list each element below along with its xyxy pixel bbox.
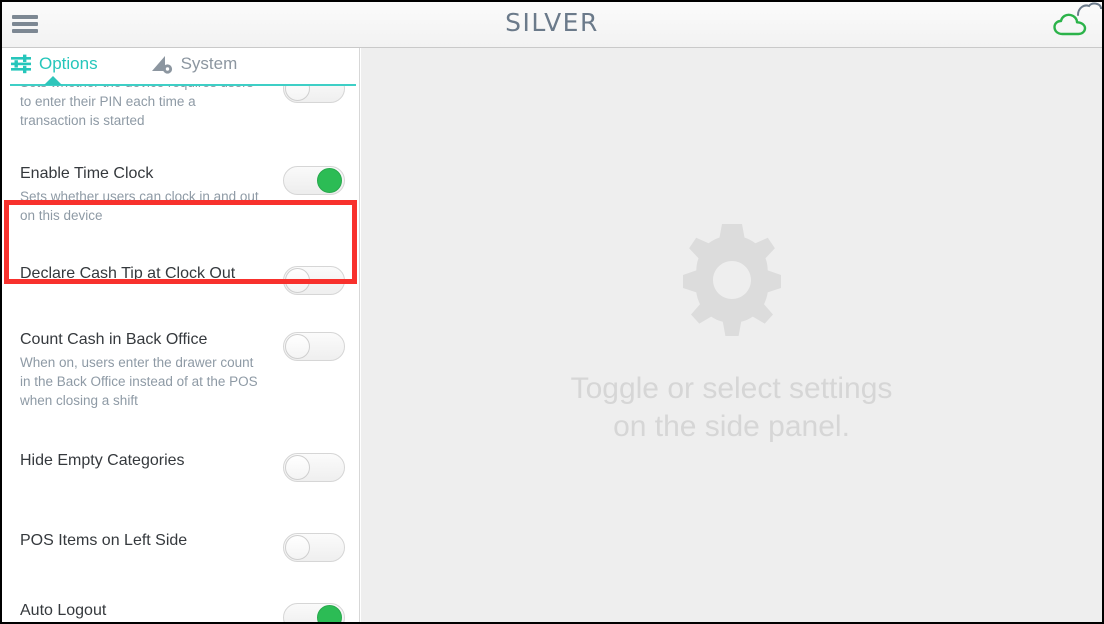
setting-row[interactable]: POS Items on Left Side (2, 506, 359, 586)
setting-title: Auto Logout (20, 602, 107, 619)
tab-system[interactable]: System (150, 54, 238, 74)
setting-text: Declare Cash Tip at Clock Out (20, 263, 283, 287)
setting-toggle[interactable] (283, 86, 345, 103)
tab-options-label: Options (39, 54, 98, 73)
setting-description: Sets whether the device requires users t… (20, 86, 253, 128)
setting-row[interactable]: Enable Time Clock Sets whether users can… (2, 143, 359, 241)
brand-logo: SILVER (2, 2, 1102, 37)
toggle-knob (285, 455, 310, 480)
setting-text: Hide Empty Categories (20, 450, 283, 474)
setting-toggle[interactable] (283, 266, 345, 295)
empty-state-line1: Toggle or select settings (570, 372, 893, 405)
signal-gear-icon (151, 56, 172, 74)
setting-description: When on, users enter the drawer count in… (20, 355, 258, 408)
setting-toggle[interactable] (283, 166, 345, 195)
setting-row[interactable]: Count Cash in Back Office When on, users… (2, 317, 359, 426)
tab-system-label: System (180, 54, 238, 73)
app-header: SILVER (2, 2, 1102, 48)
toggle-knob (285, 535, 310, 560)
hamburger-menu-icon[interactable] (12, 13, 38, 35)
setting-toggle[interactable] (283, 453, 345, 482)
toggle-knob (317, 605, 342, 622)
gear-icon (682, 224, 781, 336)
settings-sidebar: Options System Sets whether the (2, 48, 360, 622)
setting-title: Enable Time Clock (20, 165, 154, 182)
cloud-icon[interactable] (1052, 12, 1090, 38)
setting-row[interactable]: Hide Empty Categories (2, 426, 359, 506)
app-window: SILVER Options System to enter their PIN… (0, 0, 1104, 624)
setting-text: Enable Time Clock Sets whether users can… (20, 163, 283, 225)
empty-state-line2: on the side panel. (613, 410, 850, 443)
setting-toggle[interactable] (283, 533, 345, 562)
setting-text: POS Items on Left Side (20, 530, 283, 554)
hamburger-bar (12, 22, 38, 26)
setting-text: Auto Logout Sets whether a user will be … (20, 600, 283, 622)
setting-title: POS Items on Left Side (20, 532, 188, 549)
brand-wordmark: SILVER (505, 8, 599, 37)
sidebar-tabbar: Options System (2, 48, 359, 86)
empty-state-text: Toggle or select settings on the side pa… (571, 370, 893, 446)
hamburger-bar (12, 15, 38, 19)
settings-list[interactable]: Sets whether the device requires users t… (2, 86, 359, 622)
toggle-knob (317, 168, 342, 193)
toggle-knob (285, 86, 310, 101)
setting-title: Hide Empty Categories (20, 452, 185, 469)
setting-description: Sets whether users can clock in and out … (20, 189, 259, 223)
setting-text: Sets whether the device requires users t… (20, 86, 283, 130)
setting-text: Count Cash in Back Office When on, users… (20, 329, 283, 410)
setting-row[interactable]: Auto Logout Sets whether a user will be … (2, 586, 359, 622)
tab-active-caret (44, 76, 62, 85)
setting-row[interactable]: Sets whether the device requires users t… (2, 86, 359, 143)
setting-title: Count Cash in Back Office (20, 331, 208, 348)
toggle-knob (285, 334, 310, 359)
main-content-panel: Toggle or select settings on the side pa… (361, 48, 1102, 622)
setting-toggle[interactable] (283, 332, 345, 361)
toggle-knob (285, 268, 310, 293)
setting-toggle[interactable] (283, 603, 345, 622)
setting-row[interactable]: Declare Cash Tip at Clock Out (2, 241, 359, 317)
sliders-icon (11, 54, 31, 74)
setting-title: Declare Cash Tip at Clock Out (20, 265, 236, 282)
hamburger-bar (12, 29, 38, 33)
tab-options[interactable]: Options (10, 54, 98, 74)
